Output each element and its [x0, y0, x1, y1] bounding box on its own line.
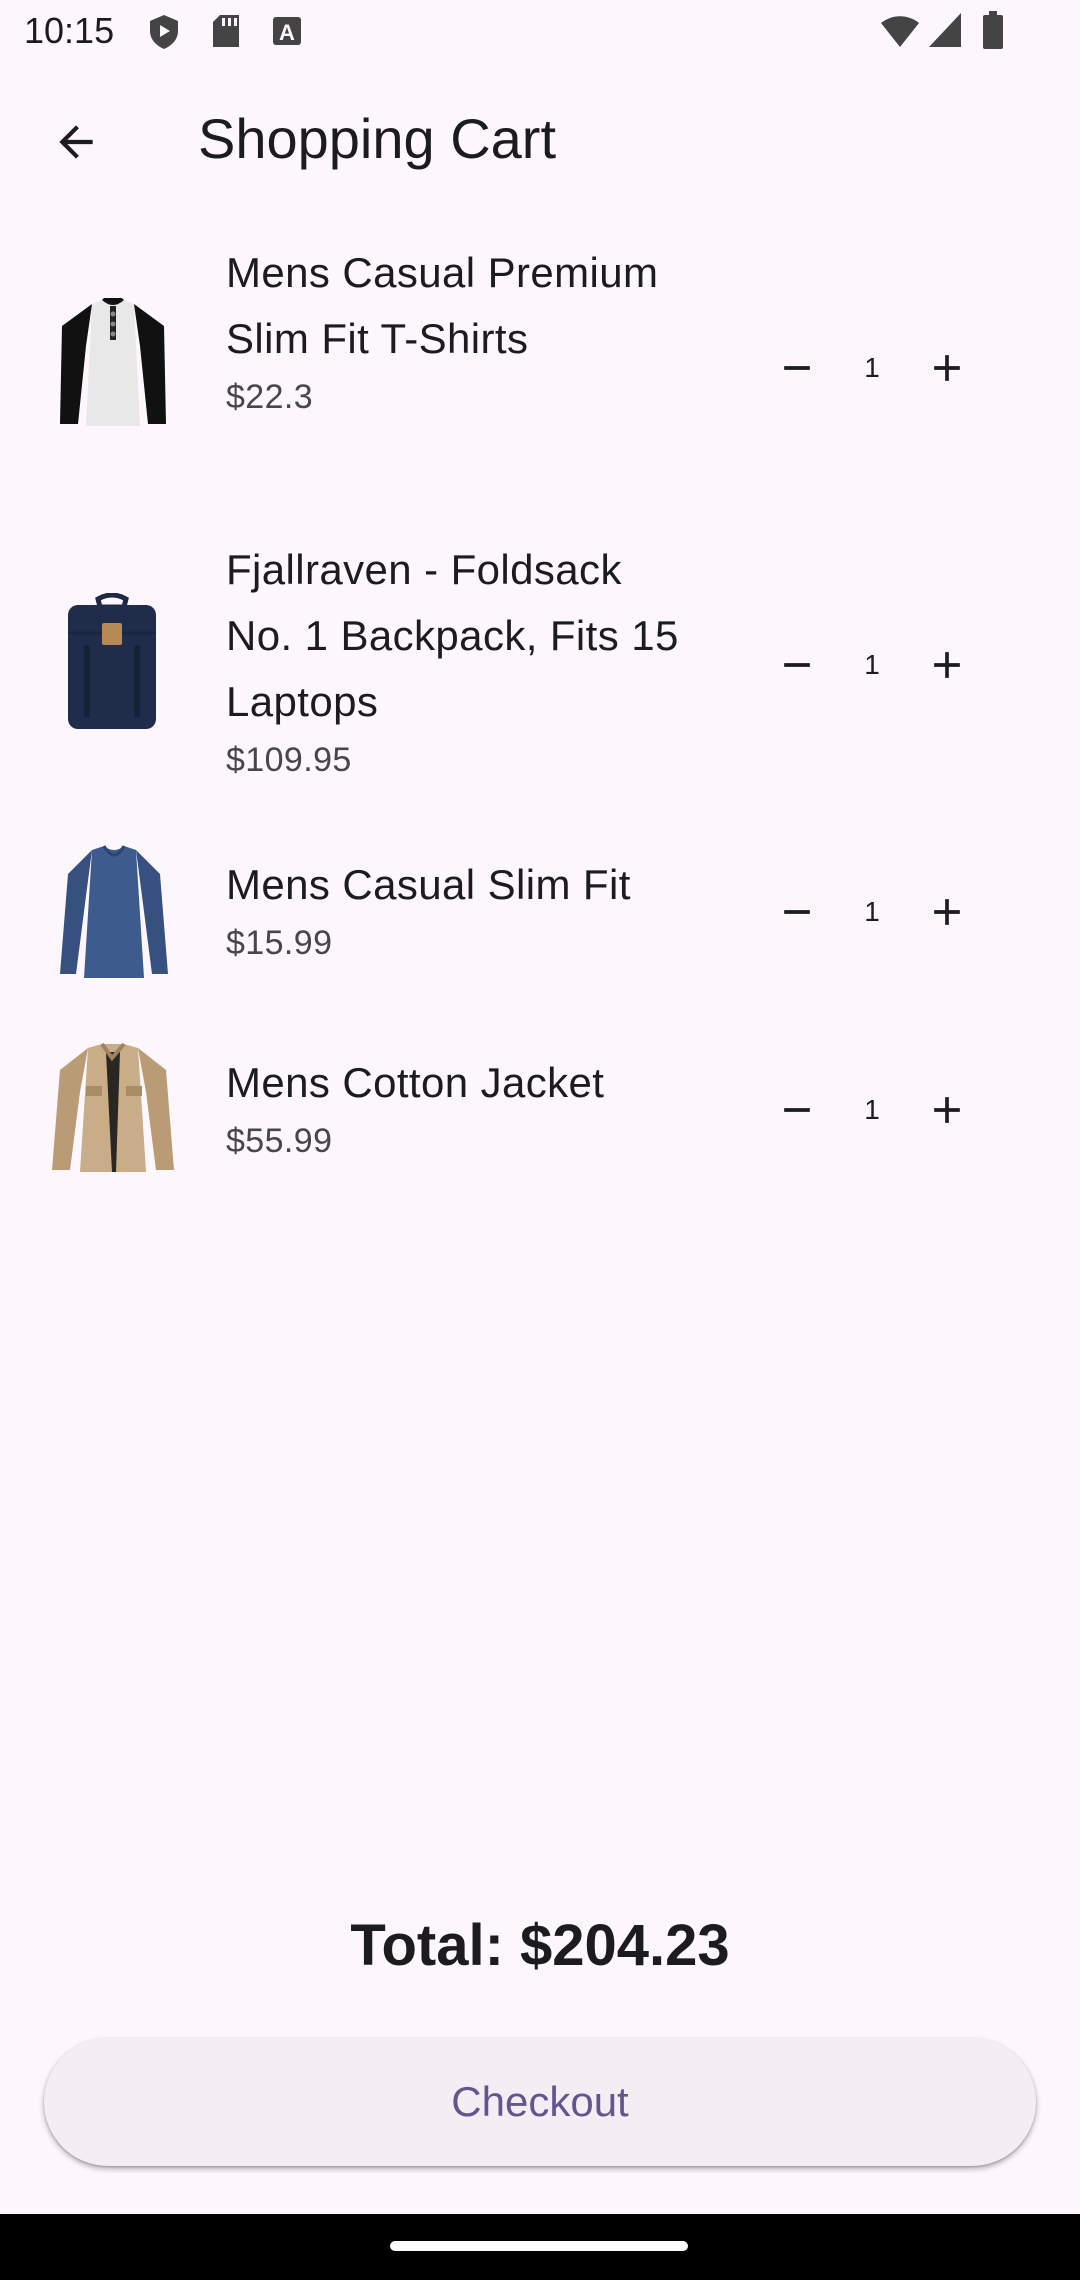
quantity-value: 1 [864, 896, 880, 927]
product-image [52, 1042, 174, 1172]
decrease-quantity-button[interactable] [757, 1070, 837, 1150]
item-name: Mens Casual Premium Slim Fit T-Shirts [226, 249, 659, 362]
decrease-quantity-button[interactable] [757, 872, 837, 952]
item-text: Mens Casual Slim Fit $15.99 [226, 852, 696, 968]
item-price: $15.99 [226, 924, 333, 962]
back-button[interactable] [38, 104, 114, 180]
item-price: $109.95 [226, 741, 352, 779]
increase-quantity-button[interactable] [907, 625, 987, 705]
cart-total: Total: $204.23 [350, 1913, 730, 1978]
minus-icon [784, 1108, 810, 1112]
item-price: $22.3 [226, 378, 314, 416]
home-gesture-handle[interactable] [390, 2241, 688, 2251]
plus-icon [934, 355, 960, 381]
app-bar: Shopping Cart [0, 76, 1080, 206]
item-name: Mens Cotton Jacket [226, 1059, 605, 1106]
plus-icon [934, 1097, 960, 1123]
cart-item: Mens Casual Slim Fit $15.99 1 [0, 844, 1080, 984]
checkout-button[interactable]: Checkout [44, 2038, 1036, 2166]
item-text: Mens Cotton Jacket $55.99 [226, 1050, 696, 1166]
product-image [68, 593, 156, 729]
shield-icon [150, 15, 178, 49]
item-name: Mens Casual Slim Fit [226, 861, 631, 908]
battery-icon [983, 11, 1003, 49]
page-title: Shopping Cart [198, 107, 557, 170]
item-text: Fjallraven - Foldsack No. 1 Backpack, Fi… [226, 537, 696, 785]
plus-icon [934, 899, 960, 925]
wifi-icon [881, 16, 919, 47]
quantity-value: 1 [864, 352, 880, 383]
a-notification-icon: A [273, 17, 301, 45]
minus-icon [784, 663, 810, 667]
arrow-back-icon [59, 125, 93, 159]
product-image [60, 298, 166, 426]
cart-item: Mens Cotton Jacket $55.99 1 [0, 1042, 1080, 1182]
cart-item: Fjallraven - Foldsack No. 1 Backpack, Fi… [0, 537, 1080, 797]
cart-item: Mens Casual Premium Slim Fit T-Shirts $2… [0, 240, 1080, 500]
increase-quantity-button[interactable] [907, 1070, 987, 1150]
product-image [60, 845, 168, 978]
quantity-value: 1 [864, 1094, 880, 1125]
checkout-label: Checkout [451, 2078, 629, 2125]
item-name: Fjallraven - Foldsack No. 1 Backpack, Fi… [226, 546, 679, 725]
status-bar: 10:15 A [0, 0, 1080, 66]
item-price: $55.99 [226, 1122, 333, 1160]
decrease-quantity-button[interactable] [757, 328, 837, 408]
sd-card-icon [213, 15, 239, 47]
decrease-quantity-button[interactable] [757, 625, 837, 705]
increase-quantity-button[interactable] [907, 328, 987, 408]
increase-quantity-button[interactable] [907, 872, 987, 952]
svg-text:A: A [279, 20, 295, 45]
plus-icon [934, 652, 960, 678]
quantity-value: 1 [864, 649, 880, 680]
item-text: Mens Casual Premium Slim Fit T-Shirts $2… [226, 240, 696, 422]
status-time: 10:15 [24, 10, 115, 51]
signal-icon [929, 13, 961, 47]
minus-icon [784, 366, 810, 370]
minus-icon [784, 910, 810, 914]
